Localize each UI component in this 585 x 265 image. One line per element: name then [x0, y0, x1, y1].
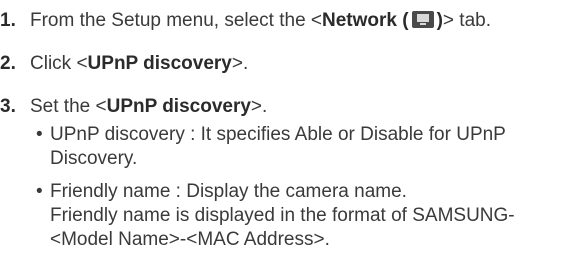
bullet-text-continued: Friendly name is displayed in the format…: [50, 205, 515, 226]
step-3: 3. Set the <UPnP discovery>.: [0, 95, 267, 119]
tab-name: Network (: [322, 10, 409, 31]
step-text: Set the <: [30, 96, 107, 117]
step-text: Click <: [30, 53, 88, 74]
bullet-dot: •: [36, 181, 43, 202]
step-text-end: >.: [231, 53, 249, 74]
step-text-end: > tab.: [442, 10, 491, 31]
step-1: 1. From the Setup menu, select the <Netwo…: [0, 9, 491, 33]
bullet-text-continued: Discovery.: [50, 148, 138, 169]
step-text-end: >.: [250, 96, 268, 117]
step-2: 2. Click <UPnP discovery>.: [0, 52, 248, 76]
bullet-text-continued: <Model Name>-<MAC Address>.: [50, 229, 330, 250]
step-number: 3.: [0, 96, 16, 117]
network-monitor-icon: [411, 11, 434, 28]
menu-name: UPnP discovery: [87, 53, 232, 74]
step-number: 2.: [0, 53, 16, 74]
bullet-text: Friendly name : Display the camera name.: [50, 181, 407, 202]
step-text: From the Setup menu, select the <: [30, 10, 323, 31]
setting-name: UPnP discovery: [106, 96, 251, 117]
bullet-dot: •: [36, 124, 43, 145]
bullet-friendly-name: • Friendly name : Display the camera name…: [36, 180, 515, 252]
step-number: 1.: [0, 10, 16, 31]
bullet-upnp-discovery: • UPnP discovery : It specifies Able or D…: [36, 123, 506, 171]
bullet-text: UPnP discovery : It specifies Able or Di…: [50, 124, 506, 145]
